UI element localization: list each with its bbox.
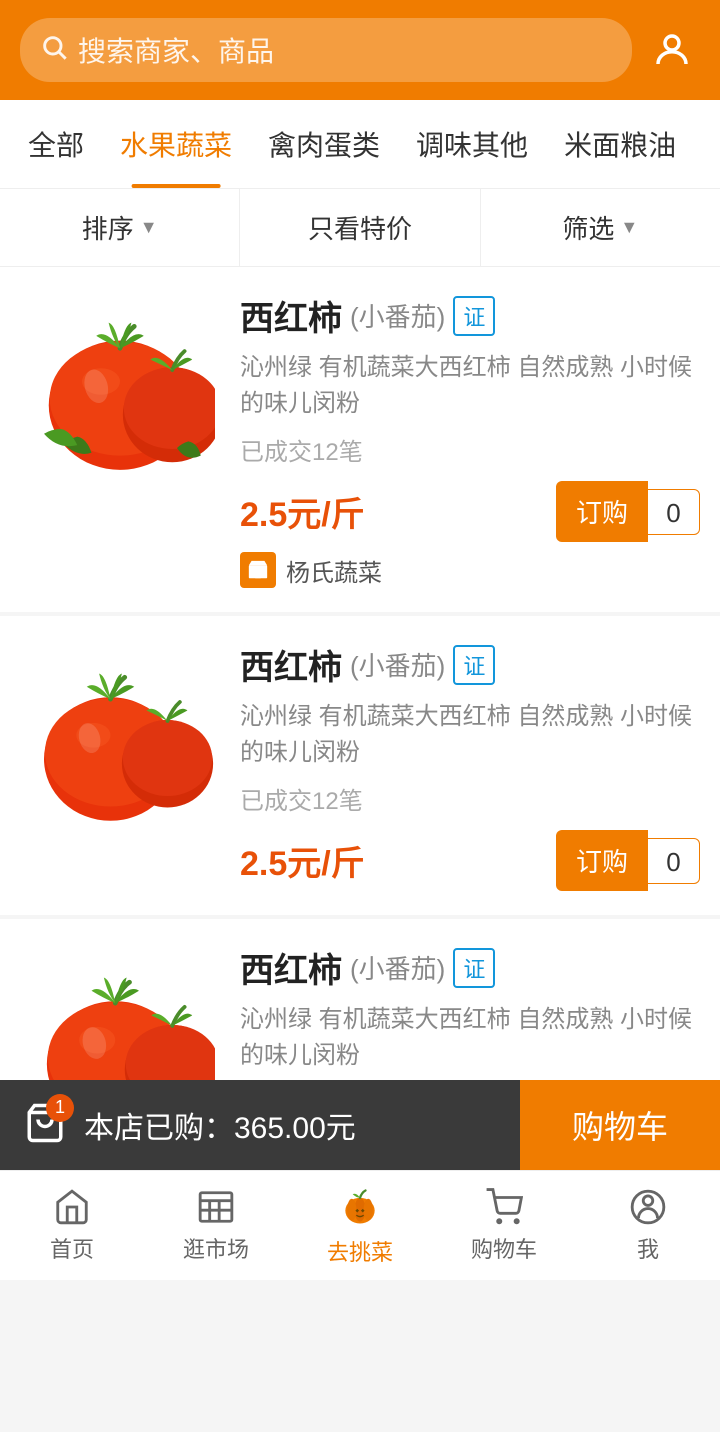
product-buy-row-2: 2.5元/斤 订购 0 (240, 830, 700, 891)
search-icon (40, 33, 68, 68)
search-bar[interactable]: 搜索商家、商品 (20, 18, 632, 82)
nav-label-shop: 去挑菜 (327, 1235, 393, 1267)
product-info-1: 西红柿 (小番茄) 证 沁州绿 有机蔬菜大西红柿 自然成熟 小时候的味儿闵粉 已… (240, 291, 700, 588)
user-icon[interactable] (644, 22, 700, 78)
cart-text: 本店已购：365.00元 (84, 1103, 356, 1147)
sort-label: 排序 (82, 209, 134, 246)
product-sold-1: 已成交12笔 (240, 432, 700, 467)
cart-bar: 1 本店已购：365.00元 购物车 (0, 1080, 720, 1170)
product-buy-row-1: 2.5元/斤 订购 0 (240, 481, 700, 542)
buy-btn-wrap-1: 订购 0 (556, 481, 700, 542)
product-desc-2: 沁州绿 有机蔬菜大西红柿 自然成熟 小时候的味儿闵粉 (240, 699, 700, 771)
cart-info: 1 本店已购：365.00元 (0, 1080, 520, 1170)
cart-button[interactable]: 购物车 (520, 1080, 720, 1170)
nav-item-cart[interactable]: 购物车 (432, 1171, 576, 1280)
nav-label-cart: 购物车 (471, 1232, 537, 1264)
nav-item-me[interactable]: 我 (576, 1171, 720, 1280)
product-image-2 (20, 640, 220, 840)
nav-item-shop[interactable]: 去挑菜 (288, 1171, 432, 1280)
buy-count-2: 0 (648, 838, 700, 884)
cart-badge: 1 (46, 1094, 74, 1122)
product-item-1: 西红柿 (小番茄) 证 沁州绿 有机蔬菜大西红柿 自然成熟 小时候的味儿闵粉 已… (0, 267, 720, 612)
buy-count-1: 0 (648, 489, 700, 535)
cart-icon-wrap: 1 (24, 1102, 66, 1149)
header: 搜索商家、商品 (0, 0, 720, 100)
nav-label-market: 逛市场 (183, 1232, 249, 1264)
sort-arrow-icon: ▼ (140, 217, 158, 238)
product-price-1: 2.5元/斤 (240, 487, 365, 536)
screen-arrow-icon: ▼ (620, 217, 638, 238)
product-desc-1: 沁州绿 有机蔬菜大西红柿 自然成熟 小时候的味儿闵粉 (240, 350, 700, 422)
special-price-filter[interactable]: 只看特价 (240, 189, 480, 266)
cat-tab-fruits[interactable]: 水果蔬菜 (102, 100, 250, 188)
buy-button-1[interactable]: 订购 (556, 481, 648, 542)
product-item-2: 西红柿 (小番茄) 证 沁州绿 有机蔬菜大西红柿 自然成熟 小时候的味儿闵粉 已… (0, 616, 720, 915)
buy-button-2[interactable]: 订购 (556, 830, 648, 891)
nav-item-market[interactable]: 逛市场 (144, 1171, 288, 1280)
cat-tab-grain[interactable]: 米面粮油 (546, 100, 694, 188)
product-sold-2: 已成交12笔 (240, 781, 700, 816)
cert-badge-1: 证 (453, 296, 495, 336)
product-name-2: 西红柿 (240, 640, 342, 689)
cert-badge-3: 证 (453, 948, 495, 988)
cat-tab-meat[interactable]: 禽肉蛋类 (250, 100, 398, 188)
product-price-2: 2.5元/斤 (240, 836, 365, 885)
seller-icon-1 (240, 552, 276, 588)
cat-tab-all[interactable]: 全部 (10, 100, 102, 188)
product-name-1: 西红柿 (240, 291, 342, 340)
product-subtitle-2: (小番茄) (350, 646, 445, 683)
nav-label-home: 首页 (50, 1232, 94, 1264)
product-subtitle-1: (小番茄) (350, 297, 445, 334)
product-title-row-3: 西红柿 (小番茄) 证 (240, 943, 700, 992)
search-placeholder: 搜索商家、商品 (78, 30, 274, 70)
screen-label: 筛选 (562, 209, 614, 246)
seller-row-1: 杨氏蔬菜 (240, 552, 700, 588)
category-tabs: 全部 水果蔬菜 禽肉蛋类 调味其他 米面粮油 (0, 100, 720, 189)
seller-name-1: 杨氏蔬菜 (286, 553, 382, 588)
buy-btn-wrap-2: 订购 0 (556, 830, 700, 891)
product-title-row-1: 西红柿 (小番茄) 证 (240, 291, 700, 340)
product-title-row-2: 西红柿 (小番茄) 证 (240, 640, 700, 689)
bottom-nav: 首页 逛市场 去挑菜 (0, 1170, 720, 1280)
product-subtitle-3: (小番茄) (350, 949, 445, 986)
product-info-2: 西红柿 (小番茄) 证 沁州绿 有机蔬菜大西红柿 自然成熟 小时候的味儿闵粉 已… (240, 640, 700, 891)
product-image-1 (20, 291, 220, 491)
cert-badge-2: 证 (453, 645, 495, 685)
product-name-3: 西红柿 (240, 943, 342, 992)
screen-filter[interactable]: 筛选 ▼ (481, 189, 720, 266)
nav-label-me: 我 (637, 1232, 659, 1264)
product-desc-3: 沁州绿 有机蔬菜大西红柿 自然成熟 小时候的味儿闵粉 (240, 1002, 700, 1074)
nav-item-home[interactable]: 首页 (0, 1171, 144, 1280)
filter-bar: 排序 ▼ 只看特价 筛选 ▼ (0, 189, 720, 267)
sort-filter[interactable]: 排序 ▼ (0, 189, 240, 266)
cat-tab-seasoning[interactable]: 调味其他 (398, 100, 546, 188)
special-price-label: 只看特价 (308, 209, 412, 246)
